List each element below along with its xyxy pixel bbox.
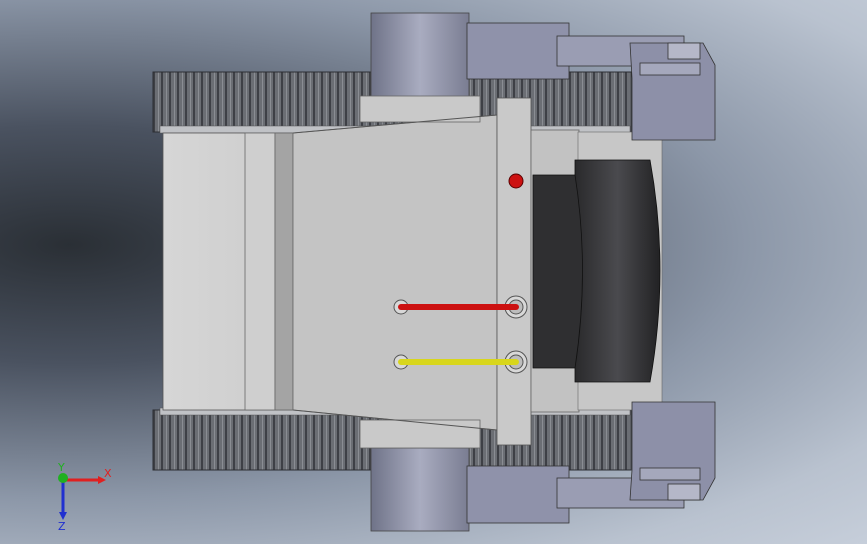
top-shaft: [370, 12, 470, 99]
red-marker-dot: [508, 173, 524, 189]
y-axis-label: Y: [57, 462, 65, 474]
z-axis-label: Z: [58, 520, 66, 532]
side-plate: [496, 97, 532, 446]
axis-orientation-triad: X Y Z: [57, 462, 112, 532]
chassis-body: [162, 95, 504, 449]
x-axis-label: X: [104, 467, 112, 480]
bottom-shaft: [370, 447, 470, 532]
cad-viewport[interactable]: X Y Z: [0, 0, 867, 544]
robot-assembly-drawing[interactable]: [0, 0, 867, 544]
